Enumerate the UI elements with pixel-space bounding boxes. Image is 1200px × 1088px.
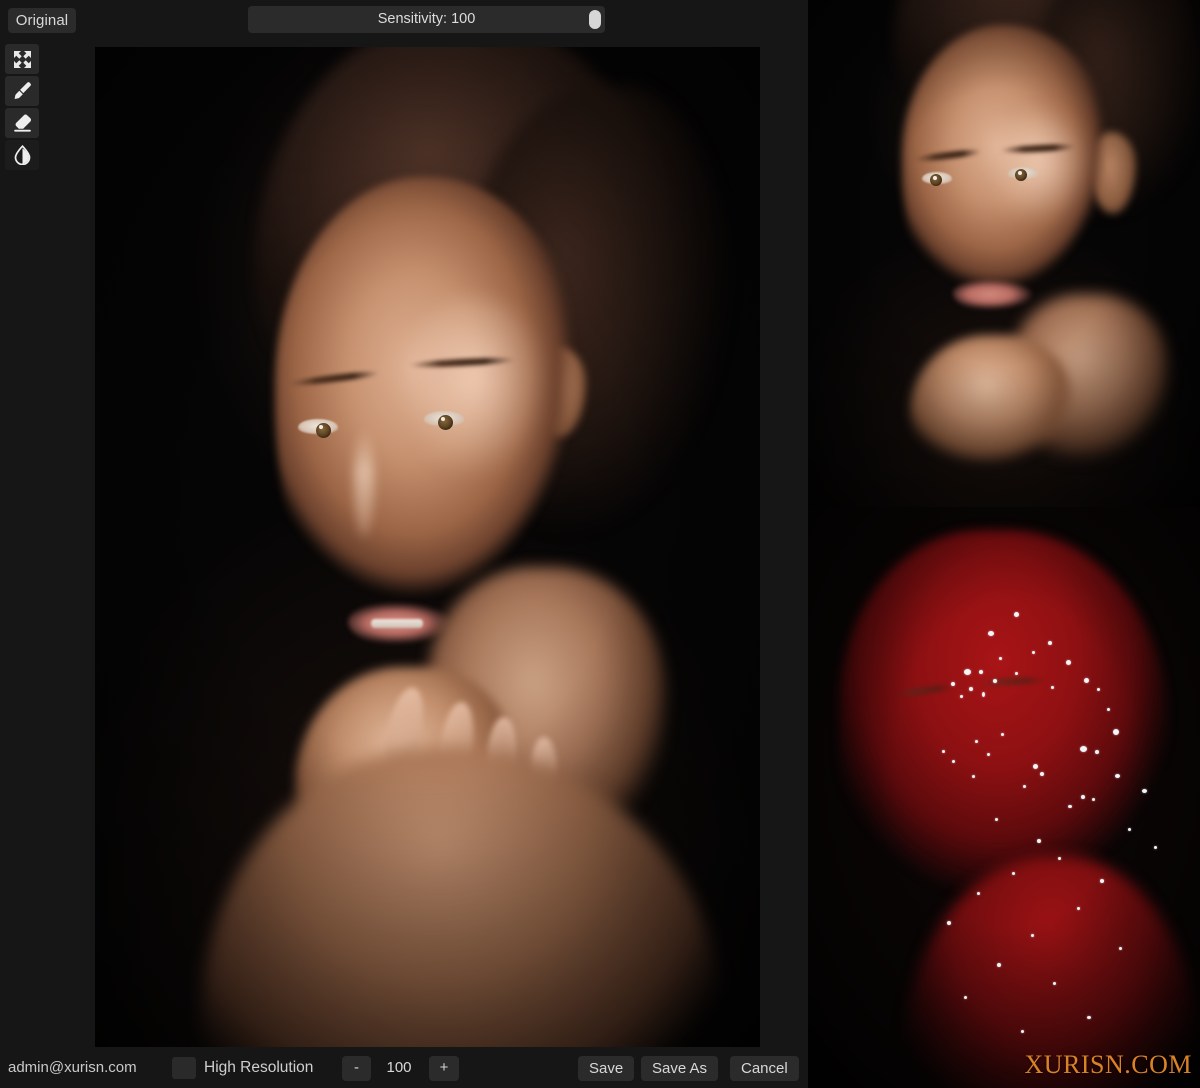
save-as-button[interactable]: Save As — [641, 1056, 718, 1081]
bottom-toolbar: admin@xurisn.com High Resolution - 100 +… — [0, 1048, 808, 1088]
blemish-marker — [1037, 839, 1041, 843]
blemish-marker — [1023, 785, 1026, 788]
blemish-marker — [1068, 805, 1072, 808]
blemish-marker — [1113, 729, 1119, 735]
eraser-icon — [12, 113, 33, 133]
save-button[interactable]: Save — [578, 1056, 634, 1081]
high-resolution-checkbox[interactable] — [172, 1057, 196, 1079]
blemish-marker — [1081, 795, 1085, 799]
blemish-marker — [1031, 934, 1034, 937]
tool-eraser-button[interactable] — [5, 108, 39, 138]
blemish-marker — [1092, 798, 1095, 801]
blemish-marker — [947, 921, 951, 925]
main-photo-canvas[interactable] — [95, 47, 760, 1047]
high-resolution-label: High Resolution — [204, 1059, 313, 1077]
tool-expand-button[interactable] — [5, 44, 39, 74]
cancel-button[interactable]: Cancel — [730, 1056, 799, 1081]
increase-size-button[interactable]: + — [429, 1056, 459, 1081]
blemish-marker — [993, 679, 997, 683]
photo-iris-left — [316, 423, 331, 438]
app-window: Original Sensitivity: 100 — [0, 0, 1200, 1088]
blemish-marker — [1015, 672, 1018, 675]
blemish-marker — [1032, 651, 1035, 654]
blemish-marker — [1053, 982, 1056, 985]
preview-original[interactable] — [808, 0, 1200, 507]
decrease-size-button[interactable]: - — [342, 1056, 371, 1081]
right-preview-column: XURISN.COM XURISN.COM — [808, 0, 1200, 1088]
preview-hand — [910, 335, 1075, 477]
blemish-marker — [1097, 688, 1100, 691]
size-value: 100 — [381, 1059, 417, 1076]
tool-contrast-button[interactable] — [5, 140, 39, 170]
blemish-marker — [942, 750, 945, 753]
blemish-marker — [982, 692, 985, 697]
preview-mask[interactable]: XURISN.COM XURISN.COM — [808, 507, 1200, 1088]
blemish-marker — [964, 669, 971, 675]
blemish-marker — [988, 631, 994, 636]
blemish-marker — [1087, 1016, 1091, 1019]
sensitivity-slider[interactable]: Sensitivity: 100 — [248, 6, 605, 33]
left-tool-palette — [0, 44, 44, 179]
brush-icon — [12, 81, 32, 101]
original-button[interactable]: Original — [8, 8, 76, 33]
blemish-marker — [1107, 708, 1110, 711]
top-toolbar: Original Sensitivity: 100 — [0, 0, 808, 40]
tool-brush-button[interactable] — [5, 76, 39, 106]
user-email-label: admin@xurisn.com — [8, 1059, 137, 1076]
photo-teeth — [371, 619, 423, 628]
blemish-marker — [1014, 612, 1019, 617]
contrast-icon — [13, 145, 32, 165]
sensitivity-slider-thumb[interactable] — [589, 10, 601, 29]
preview-original-photo — [808, 0, 1200, 507]
preview-iris-left — [930, 174, 942, 186]
photo-cheek-highlight — [401, 297, 547, 477]
blemish-marker — [1040, 772, 1044, 776]
portrait-photo — [95, 47, 760, 1047]
sensitivity-label: Sensitivity: 100 — [248, 6, 605, 33]
preview-cheek-highlight — [988, 112, 1090, 224]
blemish-marker — [1128, 828, 1131, 831]
blemish-marker — [969, 687, 973, 691]
expand-icon — [13, 50, 32, 69]
blemish-marker — [1115, 774, 1120, 778]
blemish-marker — [997, 963, 1001, 967]
